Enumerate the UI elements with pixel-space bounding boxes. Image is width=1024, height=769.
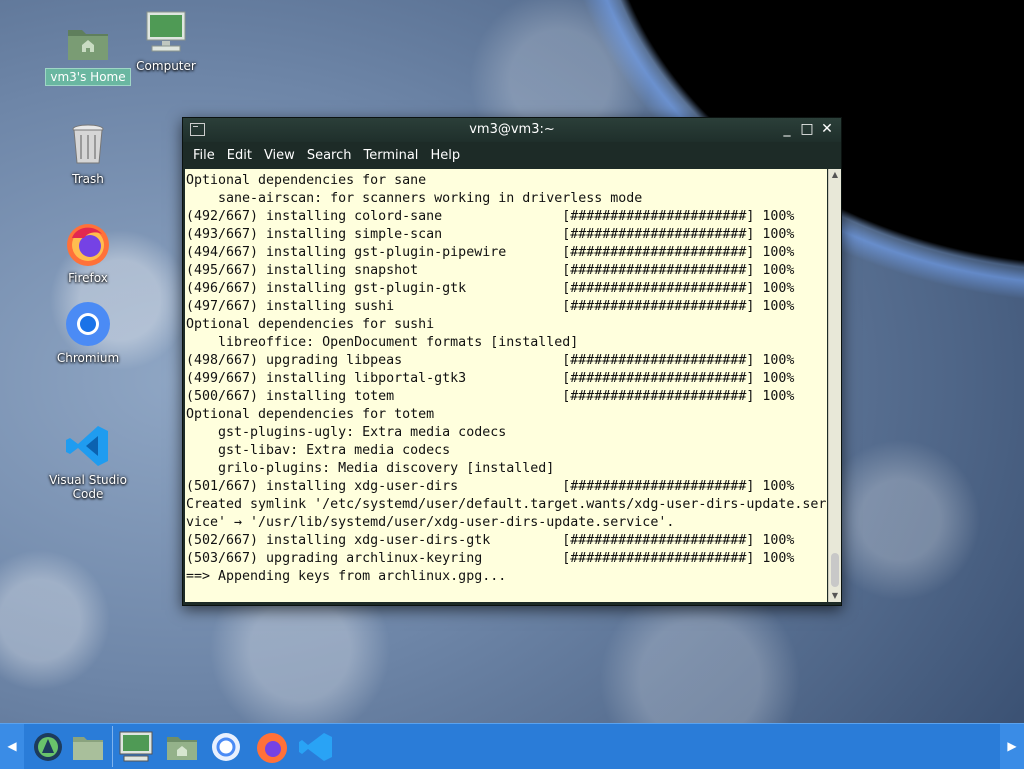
terminal-line: (498/667) upgrading libpeas [###########… [186,353,795,368]
menu-icon[interactable] [28,729,68,765]
desktop-icon-label: Chromium [56,351,120,365]
taskbar-right-arrow[interactable]: ▶ [1000,724,1024,769]
desktop-icon-label: Visual Studio Code [49,473,127,501]
maximize-button[interactable]: □ [799,121,815,137]
terminal-line: grilo-plugins: Media discovery [installe… [218,461,555,476]
taskbar-vscode-icon[interactable] [296,729,336,765]
window-title: vm3@vm3:~ [469,122,555,137]
terminal-line: (493/667) installing simple-scan [######… [186,227,795,242]
desktop-icon-label: Firefox [68,271,108,285]
desktop-icon-trash[interactable]: Trash [38,121,138,187]
terminal-line: Optional dependencies for totem [186,407,435,422]
menu-file[interactable]: File [187,148,221,163]
terminal-titlebar[interactable]: vm3@vm3:~ _ □ ✕ [183,118,841,142]
terminal-line: Optional dependencies for sushi [186,317,435,332]
menu-view[interactable]: View [258,148,301,163]
terminal-line: (497/667) installing sushi [############… [186,299,795,314]
terminal-line: (500/667) installing totem [############… [186,389,795,404]
scroll-down-arrow-icon[interactable]: ▼ [829,590,841,602]
terminal-line: (494/667) installing gst-plugin-pipewire… [186,245,795,260]
scroll-up-arrow-icon[interactable]: ▲ [829,169,841,181]
menu-terminal[interactable]: Terminal [357,148,424,163]
close-button[interactable]: ✕ [819,121,835,137]
chromium-icon [64,300,112,348]
desktop-icon-computer[interactable]: Computer [116,8,216,74]
minimize-button[interactable]: _ [779,121,795,137]
terminal-line: (502/667) installing xdg-user-dirs-gtk [… [186,533,795,548]
desktop-icon-label: Trash [72,172,104,186]
terminal-line: ==> Appending keys from archlinux.gpg... [186,569,507,584]
terminal-output[interactable]: Optional dependencies for sane sane-airs… [185,169,827,602]
taskbar-home-folder-icon[interactable] [162,729,202,765]
terminal-line: Optional dependencies for sane [186,173,427,188]
terminal-line: (499/667) installing libportal-gtk3 [###… [186,371,795,386]
desktop-icon-label: Computer [136,59,196,73]
terminal-window[interactable]: vm3@vm3:~ _ □ ✕ File Edit View Search Te… [182,117,842,606]
scrollbar[interactable]: ▲ ▼ [828,169,841,602]
terminal-line: (501/667) installing xdg-user-dirs [####… [186,479,795,494]
taskbar-separator [112,726,113,767]
terminal-menubar: File Edit View Search Terminal Help [183,142,841,168]
computer-icon [142,8,190,56]
taskbar-computer-icon[interactable] [116,729,156,765]
desktop-icon-vscode[interactable]: Visual Studio Code [38,422,138,502]
terminal-line: gst-plugins-ugly: Extra media codecs [218,425,507,440]
terminal-line: (495/667) installing snapshot [#########… [186,263,795,278]
taskbar-left-arrow[interactable]: ◀ [0,724,24,769]
terminal-line: (492/667) installing colord-sane [######… [186,209,795,224]
menu-edit[interactable]: Edit [221,148,258,163]
vscode-icon [64,422,112,470]
taskbar-firefox-icon[interactable] [252,729,292,765]
menu-search[interactable]: Search [301,148,358,163]
menu-help[interactable]: Help [424,148,466,163]
desktop-icon-firefox[interactable]: Firefox [38,220,138,286]
firefox-icon [64,220,112,268]
terminal-line: (496/667) installing gst-plugin-gtk [###… [186,281,795,296]
scrollbar-thumb[interactable] [831,553,839,587]
terminal-text: Optional dependencies for sane sane-airs… [185,169,827,586]
taskbar-chromium-icon[interactable] [206,729,246,765]
taskbar: ◀ ▶ [0,723,1024,769]
trash-icon [64,121,112,169]
folder-home-icon [64,18,112,66]
terminal-line: sane-airscan: for scanners working in dr… [218,191,643,206]
desktop-icon-chromium[interactable]: Chromium [38,300,138,366]
terminal-line: libreoffice: OpenDocument formats [insta… [218,335,579,350]
terminal-line: vice' → '/usr/lib/systemd/user/xdg-user-… [186,515,675,530]
terminal-line: (503/667) upgrading archlinux-keyring [#… [186,551,795,566]
terminal-line: Created symlink '/etc/systemd/user/defau… [186,497,827,512]
terminal-line: gst-libav: Extra media codecs [218,443,451,458]
show-desktop-icon[interactable] [68,729,108,765]
